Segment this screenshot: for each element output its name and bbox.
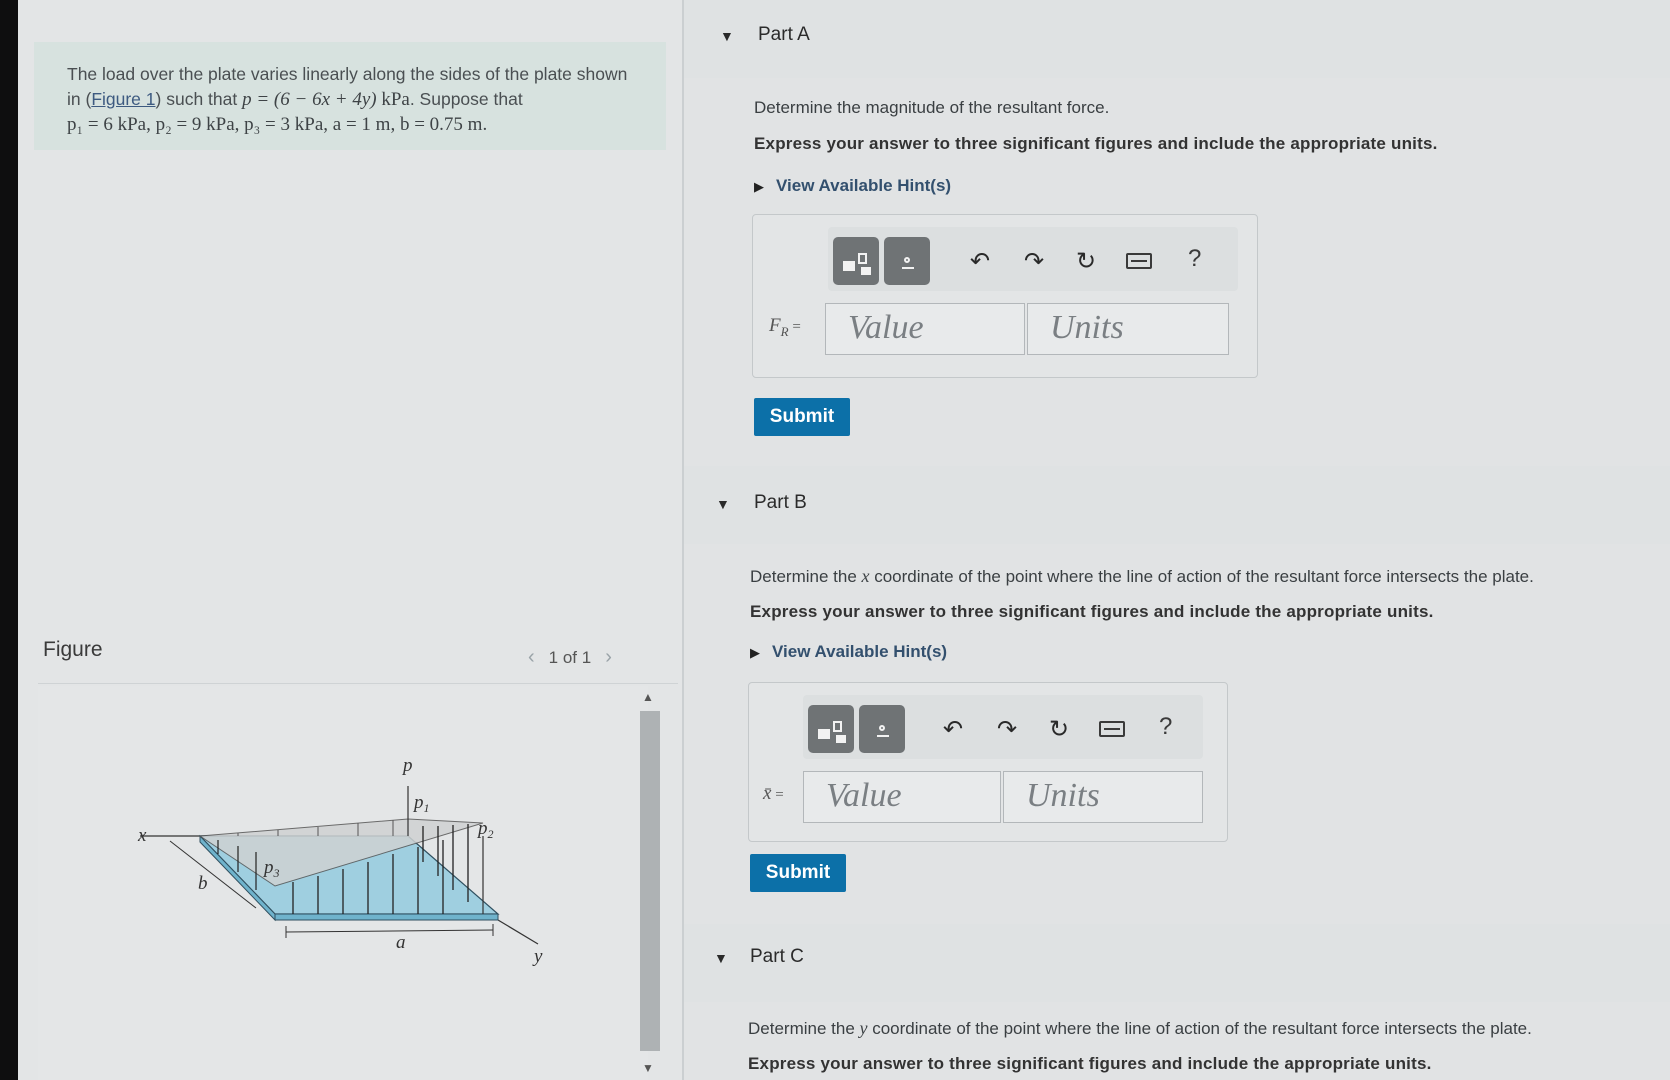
part-b-submit-button[interactable]: Submit [750,854,846,892]
label-x: x [137,825,147,846]
redo-icon[interactable]: ↷ [997,715,1017,744]
part-a-question: Determine the magnitude of the resultant… [754,98,1110,117]
plate-side-front [274,913,499,921]
problem-line-3: p₁ = 6 kPa, p₂ = 9 kPa, p₃ = 3 kPa, a = … [67,114,488,135]
part-b-units-input[interactable]: Units [1003,771,1203,823]
help-icon[interactable]: ? [1159,713,1172,741]
y-axis-line [497,919,539,945]
symbols-icon[interactable] [884,237,930,285]
templates-icon[interactable] [833,237,879,285]
part-a-header[interactable] [684,0,1670,78]
part-b-hints-toggle[interactable]: ▶ View Available Hint(s) [750,642,947,662]
part-b-header[interactable] [684,466,1670,544]
keyboard-icon[interactable] [1099,721,1125,737]
problem-line-1: The load over the plate varies linearly … [67,64,628,84]
problem-line-2: in (Figure 1) such that p = (6 − 6x + 4y… [67,89,523,110]
scroll-down-icon[interactable]: ▼ [642,1061,654,1075]
symbols-icon[interactable] [859,705,905,753]
part-b-instruction: Express your answer to three significant… [750,602,1434,621]
a-dimension-line [285,929,494,933]
part-b-value-input[interactable]: Value [803,771,1001,823]
caret-right-icon: ▶ [754,179,764,194]
figure-link[interactable]: Figure 1 [91,89,155,109]
part-b-question: Determine the x coordinate of the point … [750,566,1534,586]
screen-bezel [0,0,18,1080]
part-a-submit-button[interactable]: Submit [754,398,850,436]
chevron-right-icon[interactable]: › [605,646,612,669]
reset-icon[interactable]: ↻ [1049,715,1069,744]
part-b-answer-box: ↶ ↷ ↻ ? x̄ = Value Units [748,682,1228,842]
part-a-instruction: Express your answer to three significant… [754,134,1438,153]
label-p: p [401,755,413,776]
label-p1: p1 [412,792,430,815]
parts-pane: ▼ Part A Determine the magnitude of the … [684,0,1670,1080]
part-a-hints-toggle[interactable]: ▶ View Available Hint(s) [754,176,951,196]
part-a-answer-box: ↶ ↷ ↻ ? FR = Value Units [752,214,1258,378]
reset-icon[interactable]: ↻ [1076,247,1096,276]
problem-pane: The load over the plate varies linearly … [18,0,682,1080]
figure-area: p p1 p2 p3 x y a b [38,686,648,1080]
label-y: y [532,946,543,967]
part-c-instruction: Express your answer to three significant… [748,1054,1432,1073]
label-a: a [396,932,406,953]
scroll-thumb[interactable] [640,711,660,1051]
part-b-title: Part B [754,492,807,513]
figure-scrollbar[interactable]: ▲ ▼ [638,686,662,1080]
keyboard-icon[interactable] [1126,253,1152,269]
part-a-eq-label: FR = [769,315,801,339]
part-c-title: Part C [750,946,804,967]
part-c-header[interactable] [684,924,1670,1002]
part-b-caret-icon[interactable]: ▼ [716,496,730,512]
part-a-units-input[interactable]: Units [1027,303,1229,355]
part-b-eq-label: x̄ = [763,783,784,804]
part-a-toolbar: ↶ ↷ ↻ ? [828,227,1238,291]
label-p2: p2 [476,818,494,841]
chevron-left-icon[interactable]: ‹ [528,646,535,669]
part-a-title: Part A [758,24,810,45]
redo-icon[interactable]: ↷ [1024,247,1044,276]
part-a-value-input[interactable]: Value [825,303,1025,355]
caret-right-icon: ▶ [750,645,760,660]
pager-count: 1 of 1 [548,647,592,667]
part-c-question: Determine the y coordinate of the point … [748,1018,1532,1038]
problem-statement: The load over the plate varies linearly … [34,42,666,150]
figure-heading: Figure [43,638,103,661]
scroll-up-icon[interactable]: ▲ [642,690,654,704]
load-equation: p = (6 − 6x + 4y) [242,89,377,110]
part-c-caret-icon[interactable]: ▼ [714,950,728,966]
help-icon[interactable]: ? [1188,245,1201,273]
templates-icon[interactable] [808,705,854,753]
figure-divider [38,683,678,684]
plate-load-diagram: p p1 p2 p3 x y a b [137,755,543,967]
part-a-caret-icon[interactable]: ▼ [720,28,734,44]
part-b-toolbar: ↶ ↷ ↻ ? [803,695,1203,759]
label-b: b [198,873,208,894]
undo-icon[interactable]: ↶ [943,715,963,744]
undo-icon[interactable]: ↶ [970,247,990,276]
figure-pager: ‹ 1 of 1 › [528,646,612,669]
